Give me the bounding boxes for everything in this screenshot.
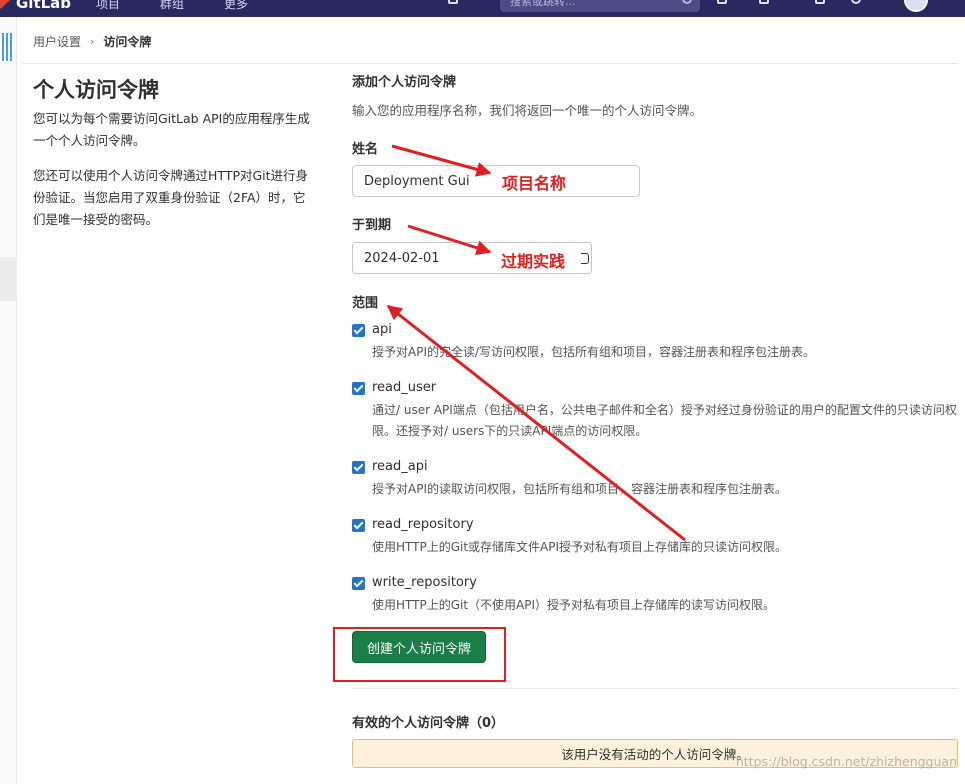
gitlab-logo-icon[interactable] xyxy=(0,0,11,9)
no-active-tokens-message: 该用户没有活动的个人访问令牌。 xyxy=(561,747,749,762)
watermark: https://blog.csdn.net/zhizhengguan xyxy=(735,754,957,769)
scope-description: 使用HTTP上的Git（不使用API）授予对私有项目上存储库的读写访问权限。 xyxy=(372,598,776,612)
merge-request-icon[interactable] xyxy=(759,0,769,4)
expires-label: 于到期 xyxy=(352,218,392,233)
clear-date-icon[interactable] xyxy=(581,253,589,264)
token-name-input[interactable]: Deployment Gui xyxy=(352,165,640,197)
sidebar-item-active[interactable] xyxy=(0,257,17,301)
search-placeholder: 搜索或跳转... xyxy=(510,0,576,8)
plus-icon[interactable] xyxy=(448,0,458,4)
add-token-subtitle: 输入您的应用程序名称，我们将返回一个唯一的个人访问令牌。 xyxy=(352,103,703,118)
scope-description: 授予对API的读取访问权限，包括所有组和项目，容器注册表和程序包注册表。 xyxy=(372,482,787,496)
scope-api-checkbox[interactable] xyxy=(352,324,365,337)
nav-menu-more[interactable]: 更多 xyxy=(224,0,248,12)
scope-description: 通过/ user API端点（包括用户名，公共电子邮件和全名）授予对经过身份验证… xyxy=(372,403,957,438)
issues-icon[interactable] xyxy=(717,0,727,4)
token-name-value: Deployment Gui xyxy=(364,173,470,189)
name-label: 姓名 xyxy=(352,142,379,157)
help-icon[interactable] xyxy=(851,0,861,4)
nav-menu-projects[interactable]: 项目 xyxy=(96,0,120,12)
scope-name: read_user xyxy=(372,380,437,395)
scope-name: read_repository xyxy=(372,517,474,532)
nav-menu-groups[interactable]: 群组 xyxy=(160,0,184,12)
page-title: 个人访问令牌 xyxy=(33,78,159,102)
search-input[interactable]: 搜索或跳转... xyxy=(500,0,700,12)
scope-description: 使用HTTP上的Git或存储库文件API授予对私有项目上存储库的只读访问权限。 xyxy=(372,540,788,554)
scopes-label: 范围 xyxy=(352,296,379,311)
annotation-expiry: 过期实践 xyxy=(501,252,566,271)
chevron-right-icon: › xyxy=(90,35,95,48)
scope-write-repository-checkbox[interactable] xyxy=(352,577,365,590)
expires-at-value: 2024-02-01 xyxy=(364,250,440,266)
brand-name[interactable]: GitLab xyxy=(16,0,71,12)
settings-sidebar xyxy=(0,17,17,784)
divider xyxy=(22,63,958,64)
top-navbar: GitLab 项目 群组 更多 搜索或跳转... xyxy=(0,0,965,17)
annotation-project-name: 项目名称 xyxy=(502,174,567,193)
page-description: 您可以为每个需要访问GitLab API的应用程序生成一个个人访问令牌。 xyxy=(33,111,310,148)
user-avatar[interactable] xyxy=(904,0,928,12)
scope-read-api-checkbox[interactable] xyxy=(352,461,365,474)
scope-name: read_api xyxy=(372,459,428,474)
sidebar-avatar[interactable] xyxy=(0,33,12,61)
breadcrumb-access-tokens[interactable]: 访问令牌 xyxy=(103,33,151,50)
annotation-highlight-box xyxy=(333,627,506,682)
page-description-2fa: 您还可以使用个人访问令牌通过HTTP对Git进行身份验证。当您启用了双重身份验证… xyxy=(33,168,309,227)
scope-read-repository-checkbox[interactable] xyxy=(352,519,365,532)
active-tokens-title: 有效的个人访问令牌（0） xyxy=(352,716,505,731)
todo-icon[interactable] xyxy=(815,0,825,4)
breadcrumb-user-settings[interactable]: 用户设置 xyxy=(33,33,81,50)
search-icon xyxy=(682,0,692,4)
divider xyxy=(352,688,958,689)
breadcrumb: 用户设置 › 访问令牌 xyxy=(33,33,151,50)
scope-description: 授予对API的完全读/写访问权限，包括所有组和项目，容器注册表和程序包注册表。 xyxy=(372,345,816,359)
scope-read-user-checkbox[interactable] xyxy=(352,382,365,395)
add-token-title: 添加个人访问令牌 xyxy=(352,75,457,90)
scope-name: api xyxy=(372,322,392,337)
scope-name: write_repository xyxy=(372,575,477,590)
